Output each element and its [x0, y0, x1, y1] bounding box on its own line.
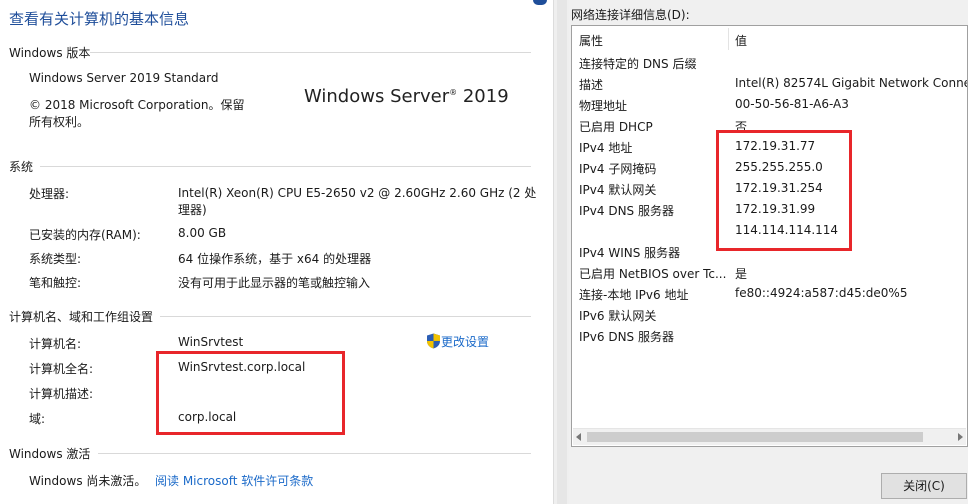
copyright-line: © 2018 Microsoft Corporation。保留 [29, 98, 245, 112]
processor-label: 处理器: [29, 187, 70, 201]
row-dhcp-enabled[interactable]: 已启用 DHCP [579, 118, 653, 135]
section-activation: Windows 激活 [9, 447, 91, 461]
computer-name-value: WinSrvtest [178, 335, 244, 349]
section-computer-name: 计算机名、域和工作组设置 [9, 310, 154, 324]
system-info-panel: 查看有关计算机的基本信息 Windows 版本 Windows Server 2… [0, 0, 553, 504]
row-ipv4-dns-value: 172.19.31.99 [735, 202, 816, 216]
row-ipv4-subnet[interactable]: IPv4 子网掩码 [579, 160, 656, 177]
network-details-dialog: 网络连接详细信息(D): 属性 值 连接特定的 DNS 后缀 描述 Intel(… [569, 0, 968, 504]
close-button[interactable]: 关闭(C) [881, 473, 967, 499]
activation-status: Windows 尚未激活。 [29, 474, 147, 488]
scroll-left-icon[interactable] [576, 433, 581, 441]
shield-icon [427, 333, 440, 349]
ram-value: 8.00 GB [178, 226, 227, 240]
column-header-value[interactable]: 值 [735, 32, 747, 49]
windows-server-logo: Windows Server® 2019 [304, 86, 509, 107]
row-ipv4-address-value: 172.19.31.77 [735, 139, 816, 153]
system-type-value: 64 位操作系统，基于 x64 的处理器 [178, 252, 372, 266]
row-physical-address[interactable]: 物理地址 [579, 97, 627, 114]
horizontal-scrollbar[interactable] [573, 428, 966, 445]
row-ipv4-dns-secondary-value: 114.114.114.114 [735, 223, 839, 237]
full-computer-name-label: 计算机全名: [29, 362, 94, 376]
domain-value: corp.local [178, 410, 237, 424]
row-description[interactable]: 描述 [579, 76, 603, 93]
row-ipv4-dns[interactable]: IPv4 DNS 服务器 [579, 202, 674, 219]
license-terms-link[interactable]: 阅读 Microsoft 软件许可条款 [155, 472, 313, 489]
section-windows-edition: Windows 版本 [9, 46, 91, 60]
section-system: 系统 [9, 160, 34, 174]
row-description-value: Intel(R) 82574L Gigabit Network Connec [735, 76, 968, 90]
page-title: 查看有关计算机的基本信息 [9, 10, 190, 28]
full-computer-name-value: WinSrvtest.corp.local [178, 360, 306, 374]
scroll-right-icon[interactable] [958, 433, 963, 441]
row-ipv4-gateway-value: 172.19.31.254 [735, 181, 823, 195]
computer-name-label: 计算机名: [29, 337, 82, 351]
pen-touch-value: 没有可用于此显示器的笔或触控输入 [178, 276, 371, 290]
logo-year: 2019 [462, 86, 509, 107]
ram-label: 已安装的内存(RAM): [29, 228, 141, 242]
vertical-scrollbar[interactable] [553, 0, 570, 504]
row-physical-address-value: 00-50-56-81-A6-A3 [735, 97, 849, 111]
edition-name: Windows Server 2019 Standard [29, 71, 219, 85]
row-netbios[interactable]: 已启用 NetBIOS over Tc... [579, 265, 726, 282]
row-dhcp-enabled-value: 否 [735, 120, 748, 134]
help-icon[interactable] [533, 0, 547, 5]
logo-text: Windows Server [304, 86, 450, 107]
network-details-label: 网络连接详细信息(D): [571, 8, 690, 22]
copyright-line-2: 所有权利。 [29, 115, 90, 129]
row-ipv4-gateway[interactable]: IPv4 默认网关 [579, 181, 656, 198]
row-ipv6-dns[interactable]: IPv6 DNS 服务器 [579, 328, 674, 345]
row-dns-suffix[interactable]: 连接特定的 DNS 后缀 [579, 55, 696, 72]
scrollbar-thumb[interactable] [557, 0, 567, 504]
scrollbar-thumb[interactable] [587, 432, 923, 442]
section-divider [90, 52, 531, 53]
network-details-list[interactable]: 属性 值 连接特定的 DNS 后缀 描述 Intel(R) 82574L Gig… [571, 25, 968, 447]
system-type-label: 系统类型: [29, 252, 82, 266]
domain-label: 域: [29, 412, 46, 426]
row-ipv4-wins[interactable]: IPv4 WINS 服务器 [579, 244, 680, 261]
row-ipv6-link-local-value: fe80::4924:a587:d45:de0%5 [735, 286, 908, 300]
section-divider [98, 453, 531, 454]
column-header-property[interactable]: 属性 [579, 32, 603, 49]
section-divider [40, 166, 531, 167]
computer-description-label: 计算机描述: [29, 387, 94, 401]
row-ipv4-address[interactable]: IPv4 地址 [579, 139, 632, 156]
change-settings-link[interactable]: 更改设置 [426, 333, 489, 350]
section-divider [160, 316, 531, 317]
column-separator[interactable] [728, 28, 729, 50]
row-ipv4-subnet-value: 255.255.255.0 [735, 160, 823, 174]
logo-mark: ® [449, 88, 458, 97]
row-ipv6-link-local[interactable]: 连接-本地 IPv6 地址 [579, 286, 688, 303]
change-settings-label[interactable]: 更改设置 [441, 335, 489, 349]
row-netbios-value: 是 [735, 267, 748, 281]
processor-value: Intel(R) Xeon(R) CPU E5-2650 v2 @ 2.60GH… [178, 186, 537, 217]
row-ipv6-gateway[interactable]: IPv6 默认网关 [579, 307, 656, 324]
pen-touch-label: 笔和触控: [29, 276, 82, 290]
